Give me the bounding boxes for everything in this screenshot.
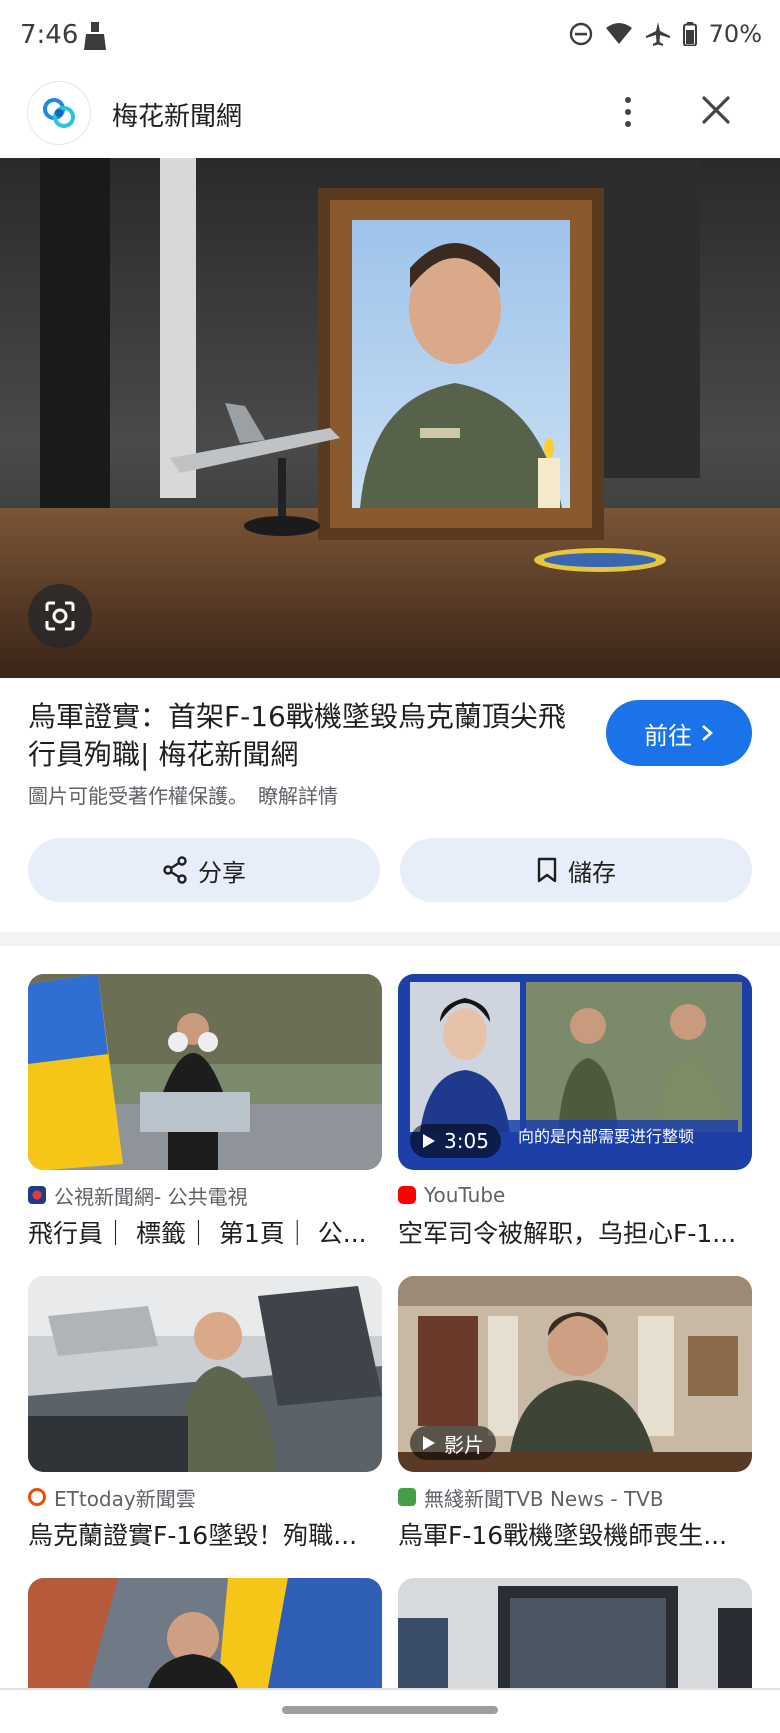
related-source: ETtoday新聞雲	[28, 1484, 382, 1510]
wifi-icon	[605, 23, 632, 44]
related-card[interactable]: 影片 無綫新聞TVB News - TVB 烏軍F-16戰機墜毀機師喪生...	[398, 1276, 752, 1552]
do-not-disturb-icon	[569, 22, 592, 46]
save-button[interactable]: 儲存	[400, 838, 752, 902]
video-duration: 3:05	[444, 1129, 489, 1153]
visit-label: 前往	[644, 721, 692, 750]
article-title[interactable]: 烏軍證實：首架F-16戰機墜毀烏克蘭頂尖飛行員殉職| 梅花新聞網	[28, 698, 588, 774]
status-icons: 70%	[569, 20, 762, 48]
status-time: 7:46	[20, 20, 79, 50]
share-label: 分享	[198, 858, 246, 887]
airplane-icon	[645, 22, 670, 46]
lens-search-icon[interactable]	[28, 584, 92, 648]
video-caption: 向的是内部需要进行整顿	[518, 1127, 694, 1146]
related-card[interactable]: 向的是内部需要进行整顿 3:05 YouTube 空军司令被解职，乌担心F-1.…	[398, 974, 752, 1250]
video-label: 影片	[444, 1432, 484, 1457]
source-name: ETtoday新聞雲	[54, 1486, 196, 1511]
copyright-text: 圖片可能受著作權保護。	[28, 784, 248, 808]
status-bar: 7:46 70%	[0, 0, 780, 72]
more-vert-icon[interactable]	[612, 88, 644, 136]
nav-bar-divider	[0, 1688, 780, 1690]
related-thumbnail[interactable]: 向的是内部需要进行整顿 3:05	[398, 974, 752, 1170]
play-icon	[423, 1134, 435, 1148]
share-button[interactable]: 分享	[28, 838, 380, 902]
chevron-right-icon	[702, 725, 713, 741]
related-card[interactable]	[398, 1578, 752, 1688]
section-divider	[0, 932, 780, 946]
share-icon	[163, 856, 187, 884]
copyright-note: 圖片可能受著作權保護。 瞭解詳情	[28, 780, 338, 809]
related-thumbnail[interactable]	[28, 974, 382, 1170]
visit-button[interactable]: 前往	[606, 700, 752, 766]
header: 梅花新聞網	[0, 72, 780, 158]
battery-icon	[682, 22, 697, 46]
related-card[interactable]	[28, 1578, 382, 1688]
source-name: 無綫新聞TVB News - TVB	[424, 1486, 664, 1511]
related-title[interactable]: 烏軍F-16戰機墜毀機師喪生...	[398, 1516, 752, 1552]
play-icon	[423, 1436, 435, 1450]
source-name: YouTube	[424, 1183, 506, 1207]
ettoday-icon	[28, 1488, 46, 1506]
source-favicon-icon	[28, 1186, 46, 1204]
video-badge: 影片	[410, 1426, 496, 1460]
source-name: 公視新聞網- 公共電視	[54, 1184, 248, 1209]
battery-percent: 70%	[708, 20, 762, 48]
action-row: 分享 儲存	[28, 838, 752, 902]
related-source: 無綫新聞TVB News - TVB	[398, 1484, 752, 1510]
related-card[interactable]: 公視新聞網- 公共電視 飛行員｜ 標籤｜ 第1頁｜ 公...	[28, 974, 382, 1250]
related-thumbnail[interactable]: 影片	[398, 1276, 752, 1472]
related-thumbnail[interactable]	[28, 1578, 382, 1688]
cleaning-icon	[84, 22, 106, 50]
related-card[interactable]: ETtoday新聞雲 烏克蘭證實F-16墜毀！殉職...	[28, 1276, 382, 1552]
tvb-icon	[398, 1488, 416, 1506]
related-thumbnail[interactable]	[28, 1276, 382, 1472]
video-duration-badge: 3:05	[410, 1124, 501, 1158]
related-title[interactable]: 飛行員｜ 標籤｜ 第1頁｜ 公...	[28, 1214, 382, 1250]
related-source: 公視新聞網- 公共電視	[28, 1182, 382, 1208]
site-title[interactable]: 梅花新聞網	[112, 96, 242, 133]
bookmark-icon	[537, 857, 557, 883]
related-title[interactable]: 烏克蘭證實F-16墜毀！殉職...	[28, 1516, 382, 1552]
related-title[interactable]: 空军司令被解职，乌担心F-1...	[398, 1214, 752, 1250]
save-label: 儲存	[568, 858, 616, 887]
close-icon[interactable]	[696, 90, 736, 130]
related-thumbnail[interactable]	[398, 1578, 752, 1688]
home-indicator[interactable]	[282, 1706, 498, 1714]
related-source: YouTube	[398, 1182, 752, 1208]
hero-image[interactable]	[0, 158, 780, 678]
learn-more-link[interactable]: 瞭解詳情	[258, 784, 338, 808]
youtube-icon	[398, 1186, 416, 1204]
site-logo-icon[interactable]	[28, 82, 90, 144]
